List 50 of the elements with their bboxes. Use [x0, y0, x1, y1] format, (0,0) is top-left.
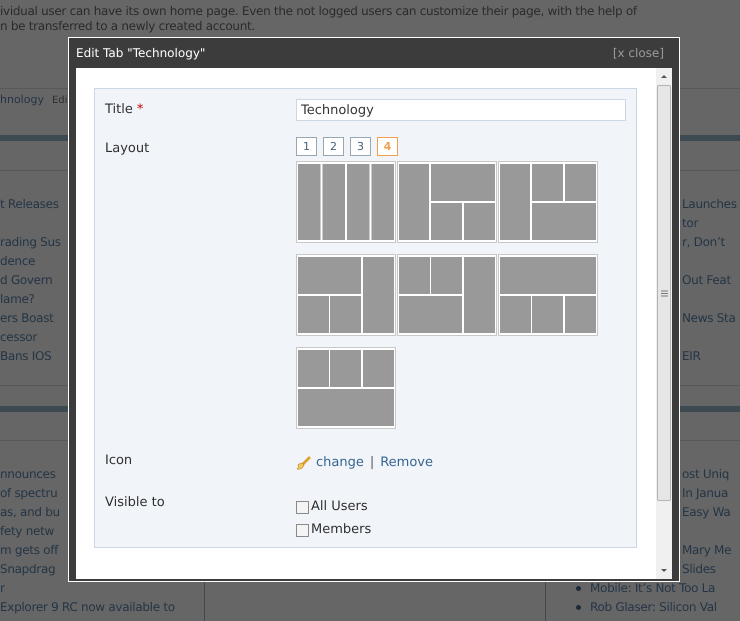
field-label: Visible to: [105, 494, 165, 510]
intro-text: ividual user can have its own home page. Even the not logged users can customize their page, with the help of: [0, 4, 638, 19]
dialog-title: Edit Tab "Technology": [76, 45, 206, 62]
layout-thumbnail[interactable]: [296, 254, 396, 336]
field-label: Layout: [105, 141, 150, 156]
required-mark: *: [136, 102, 144, 117]
bullet-icon: [576, 605, 581, 610]
column-count-button[interactable]: 1: [296, 137, 317, 156]
layout-thumbnail[interactable]: [498, 254, 598, 336]
remove-link[interactable]: Remove: [380, 453, 433, 472]
scrollbar[interactable]: [656, 68, 672, 579]
news-link[interactable]: Out Feat: [682, 271, 740, 290]
field-label: Icon: [105, 453, 132, 468]
news-link[interactable]: News Sta: [682, 309, 740, 328]
news-link[interactable]: EIR: [682, 347, 740, 366]
news-link[interactable]: Launches: [682, 195, 740, 214]
checkbox[interactable]: [296, 500, 309, 514]
news-link[interactable]: r: [0, 579, 204, 598]
layout-thumbnail[interactable]: [296, 161, 396, 243]
news-link[interactable]: Easy Wa: [682, 503, 740, 522]
column-count-button[interactable]: 4: [377, 137, 398, 156]
intro-text: n be transferred to a newly created account.: [0, 19, 256, 34]
news-link[interactable]: Mobile: It’s Not Too La: [590, 579, 716, 598]
title-field[interactable]: Technology: [296, 99, 626, 121]
news-link[interactable]: ost Uniq: [682, 465, 740, 484]
news-link[interactable]: tor: [682, 214, 740, 233]
checkbox-label: Members: [311, 521, 372, 540]
layout-thumbnail[interactable]: [296, 347, 396, 429]
brush-icon: [296, 454, 312, 471]
tab-label[interactable]: hnology: [0, 92, 44, 109]
news-link[interactable]: Mary Me: [682, 541, 740, 560]
field-label: Title: [105, 102, 133, 117]
news-link[interactable]: r, Don’t: [682, 233, 740, 252]
close-link[interactable]: [x close]: [612, 44, 664, 62]
scrollbar-thumb[interactable]: [657, 85, 671, 501]
change-link[interactable]: change: [316, 453, 364, 472]
bullet-icon: [576, 586, 581, 591]
edit-link[interactable]: Edi: [52, 93, 68, 108]
layout-thumbnail[interactable]: [397, 254, 497, 336]
news-link[interactable]: Slides: [682, 560, 740, 579]
news-link[interactable]: In Janua: [682, 484, 740, 503]
news-link[interactable]: Rob Glaser: Silicon Val: [590, 598, 717, 617]
checkbox[interactable]: [296, 524, 309, 536]
layout-thumbnail[interactable]: [397, 161, 497, 243]
layout-thumbnail[interactable]: [498, 161, 598, 243]
column-count-button[interactable]: 2: [323, 137, 344, 156]
link-separator: |: [370, 454, 374, 472]
news-link[interactable]: Explorer 9 RC now available to: [0, 598, 204, 617]
checkbox-label: All Users: [311, 498, 368, 516]
column-count-button[interactable]: 3: [350, 137, 371, 156]
